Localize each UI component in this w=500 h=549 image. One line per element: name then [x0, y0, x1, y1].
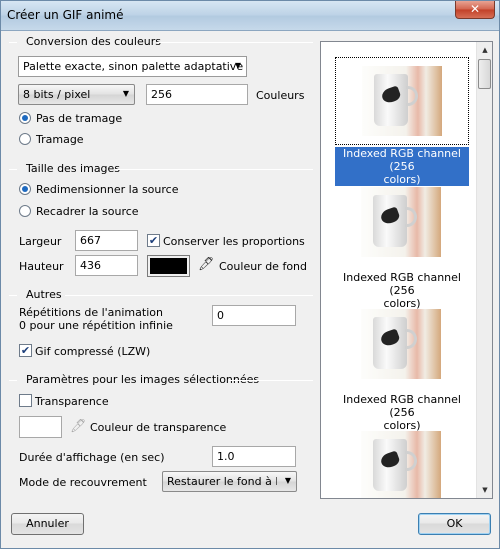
bits-dropdown[interactable]: 8 bits / pixel ▼ [18, 84, 135, 105]
transparency-color-label: Couleur de transparence [90, 421, 227, 434]
bits-dropdown-value: 8 bits / pixel [23, 88, 91, 101]
keep-ratio-label[interactable]: Conserver les proportions [163, 235, 305, 248]
palette-dropdown[interactable]: Palette exacte, sinon palette adaptative… [18, 56, 247, 77]
duration-label: Durée d'affichage (en sec) [19, 451, 165, 464]
height-input[interactable]: 436 [75, 255, 138, 276]
frame-border [335, 423, 469, 498]
ok-button[interactable]: OK [418, 513, 491, 535]
width-label: Largeur [19, 235, 62, 248]
no-dither-radio[interactable] [19, 112, 31, 124]
section-size-title: Taille des images [26, 162, 121, 175]
section-selected-title: Paramètres pour les images sélectionnées [26, 373, 260, 386]
colors-label: Couleurs [256, 89, 305, 102]
overlay-mode-label: Mode de recouvrement [19, 476, 147, 489]
no-dither-label[interactable]: Pas de tramage [36, 112, 122, 125]
lzw-checkbox[interactable]: ✔ [19, 344, 32, 357]
frame-thumbnail [362, 66, 442, 136]
chevron-down-icon: ▼ [284, 476, 291, 485]
frame-thumbnail [361, 309, 441, 379]
resize-source-radio[interactable] [19, 183, 31, 195]
dialog-body: Conversion des couleurs Palette exacte, … [1, 31, 499, 548]
dither-label[interactable]: Tramage [36, 133, 84, 146]
crop-source-radio[interactable] [19, 205, 31, 217]
chevron-down-icon: ▼ [234, 61, 241, 70]
colors-count-input[interactable]: 256 [146, 84, 248, 105]
section-others-title: Autres [26, 288, 62, 301]
background-color-fill [150, 258, 187, 274]
window-title: Créer un GIF animé [7, 8, 124, 22]
palette-dropdown-value: Palette exacte, sinon palette adaptative [23, 60, 244, 73]
title-bar: Créer un GIF animé ✕ [1, 1, 499, 31]
background-color-swatch[interactable] [147, 255, 190, 277]
transparency-checkbox[interactable] [19, 394, 32, 407]
frame-label-line1: Indexed RGB channel (256 [343, 393, 461, 419]
overlay-mode-value: Restaurer le fond à l'affi [167, 475, 277, 488]
frames-scrollbar[interactable]: ▲ ▼ [476, 42, 492, 498]
frame-thumbnail [361, 431, 441, 498]
height-label: Hauteur [19, 260, 64, 273]
section-others: Autres [9, 288, 313, 302]
frame-label-line1: Indexed RGB channel (256 [343, 147, 461, 173]
color-picker-icon[interactable]: 🖊 [198, 257, 215, 272]
section-selected-images: Paramètres pour les images sélectionnées [9, 373, 313, 387]
dither-radio[interactable] [19, 133, 31, 145]
transparency-color-swatch[interactable] [19, 416, 62, 438]
close-button[interactable]: ✕ [455, 1, 495, 19]
repeat-label-line2: 0 pour une répétition infinie [19, 319, 173, 332]
frame-focus-border [335, 57, 469, 145]
crop-source-label[interactable]: Recadrer la source [36, 205, 139, 218]
cancel-button[interactable]: Annuler [11, 513, 84, 535]
scroll-thumb[interactable] [478, 59, 491, 89]
dialog-window: Créer un GIF animé ✕ Conversion des coul… [0, 0, 500, 549]
section-colors: Conversion des couleurs [9, 35, 313, 49]
transparency-label[interactable]: Transparence [35, 395, 109, 408]
frame-thumbnail [361, 187, 441, 257]
keep-ratio-checkbox[interactable]: ✔ [147, 234, 160, 247]
chevron-down-icon: ▼ [122, 89, 129, 98]
frame-border [335, 301, 469, 389]
repeat-label-line1: Répétitions de l'animation [19, 306, 163, 319]
width-input[interactable]: 667 [75, 230, 138, 251]
frame-label-line1: Indexed RGB channel (256 [343, 271, 461, 297]
overlay-mode-dropdown[interactable]: Restaurer le fond à l'affi ▼ [162, 471, 297, 492]
lzw-label[interactable]: Gif compressé (LZW) [35, 345, 150, 358]
frame-border [335, 179, 469, 267]
section-size: Taille des images [9, 162, 313, 176]
section-colors-title: Conversion des couleurs [26, 35, 161, 48]
duration-input[interactable]: 1.0 [212, 446, 296, 467]
resize-source-label[interactable]: Redimensionner la source [36, 183, 178, 196]
scroll-down-icon[interactable]: ▼ [477, 482, 492, 498]
repeat-count-input[interactable]: 0 [212, 305, 296, 326]
color-picker-icon[interactable]: 🖊 [70, 419, 87, 434]
frames-list[interactable]: Indexed RGB channel (256 colors) Indexed… [320, 41, 493, 499]
scroll-up-icon[interactable]: ▲ [477, 42, 492, 58]
background-color-label: Couleur de fond [219, 260, 307, 273]
